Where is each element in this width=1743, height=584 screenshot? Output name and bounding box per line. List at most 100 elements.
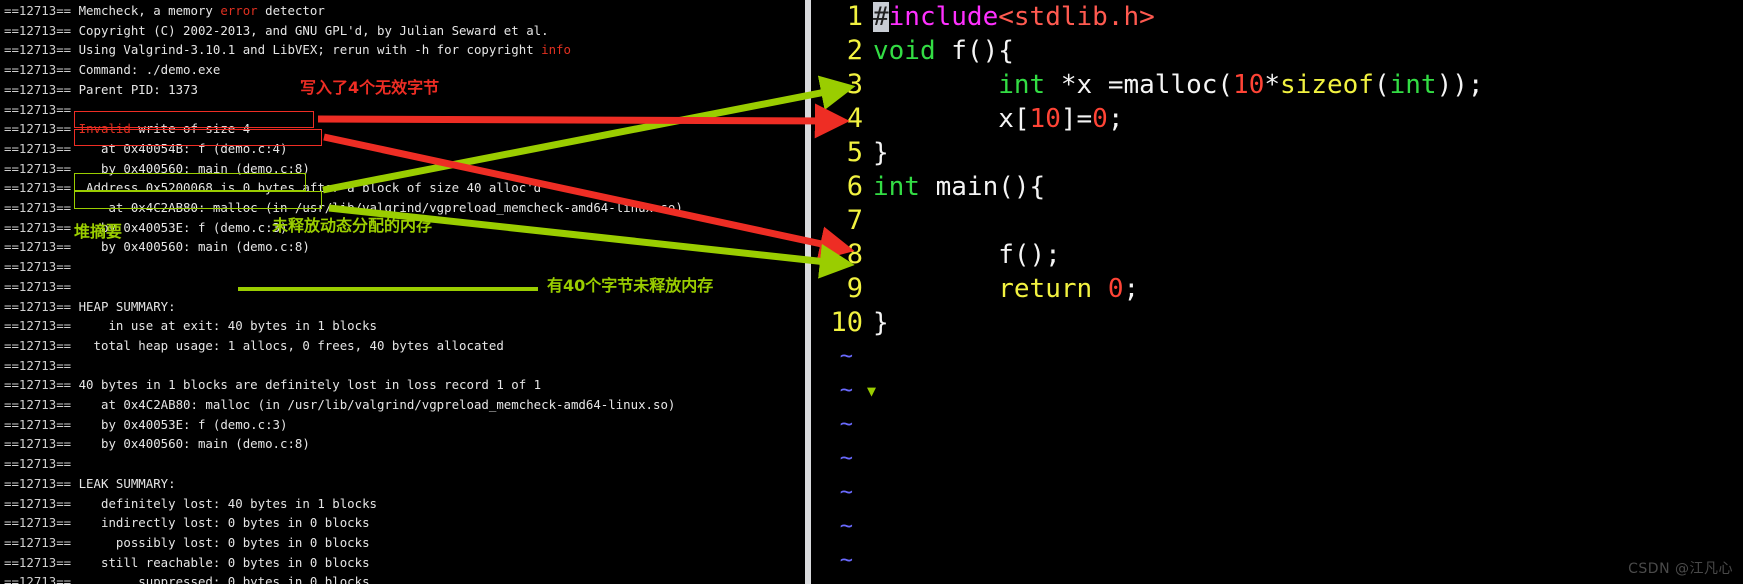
code-line-text: return 0; — [873, 272, 1139, 306]
line-number: 1 — [846, 1, 863, 32]
terminal-line: ==12713== definitely lost: 40 bytes in 1… — [4, 494, 377, 514]
terminal-line-prefix: ==12713== — [4, 200, 72, 215]
terminal-line-prefix: ==12713== — [4, 140, 72, 156]
terminal-line-text: by 0x400560: main (demo.c:8) — [71, 160, 310, 176]
code-token-plain: ; — [1123, 274, 1140, 304]
code-line[interactable]: 10} — [811, 306, 1743, 340]
line-number: 2 — [846, 35, 863, 66]
code-line[interactable]: 5} — [811, 136, 1743, 170]
code-line[interactable]: 9 return 0; — [811, 272, 1743, 306]
code-line[interactable]: 1 #include<stdlib.h> — [811, 0, 1743, 34]
tilde-icon: ~ — [839, 514, 853, 539]
terminal-line-text: Address 0x5200068 is 0 bytes after a blo… — [71, 180, 542, 196]
terminal-pane[interactable]: ==12713== Memcheck, a memory error detec… — [0, 0, 805, 584]
terminal-line-text: Using Valgrind-3.10.1 and LibVEX; rerun … — [71, 42, 542, 58]
code-token-num: 0 — [1107, 274, 1124, 304]
code-line-text: int *x =malloc(10*sizeof(int)); — [873, 68, 1483, 102]
code-line-text: } — [873, 136, 889, 170]
code-token-plain: f(); — [873, 240, 1061, 270]
tilde-icon: ~ — [839, 446, 853, 471]
terminal-line-text: write of size 4 — [130, 121, 251, 137]
terminal-line-prefix: ==12713== — [4, 475, 72, 491]
terminal-line-prefix: ==12713== — [4, 495, 72, 511]
code-line[interactable]: 7 — [811, 204, 1743, 238]
code-token-pre: include — [888, 2, 999, 32]
terminal-line-text: total heap usage: 1 allocs, 0 frees, 40 … — [71, 337, 504, 353]
terminal-line-text: at 0x4C2AB80: malloc (in /usr/lib/valgri… — [71, 397, 676, 412]
terminal-line-prefix: ==12713== — [4, 436, 72, 452]
code-line-text: void f(){ — [873, 34, 1014, 68]
tilde-icon: ~ — [839, 412, 853, 437]
code-line[interactable]: 4 x[10]=0; — [811, 102, 1743, 136]
code-token-plain: ]= — [1060, 104, 1093, 134]
code-line[interactable]: 8 f(); — [811, 238, 1743, 272]
code-token-num: 0 — [1092, 104, 1108, 134]
empty-line-marker-row: ~ — [811, 442, 1743, 476]
terminal-line: ==12713== Address 0x5200068 is 0 bytes a… — [4, 178, 541, 198]
code-line[interactable]: 2 void f(){ — [811, 34, 1743, 68]
code-line-text: f(); — [873, 238, 1061, 272]
code-token-plain: main(){ — [919, 172, 1046, 202]
terminal-line: ==12713== — [4, 454, 71, 474]
empty-line-marker-row: ~ — [811, 510, 1743, 544]
terminal-line: ==12713== by 0x40053E: f (demo.c:3) — [4, 415, 287, 435]
code-token-type: int — [1389, 70, 1437, 100]
code-token-plain: x[ — [873, 104, 1030, 134]
terminal-line: ==12713== by 0x40053E: f (demo.c:3) — [4, 218, 287, 238]
code-token-plain: ( — [1373, 70, 1390, 100]
terminal-line-text: Command: ./demo.exe — [71, 62, 221, 78]
code-token-num: 10 — [1233, 70, 1265, 100]
terminal-line: ==12713== Memcheck, a memory error detec… — [4, 1, 325, 21]
terminal-line-prefix: ==12713== — [4, 219, 72, 235]
terminal-line-text: suppressed: 0 bytes in 0 blocks — [71, 574, 370, 584]
code-line-text: x[10]=0; — [873, 102, 1123, 136]
line-number: 9 — [846, 273, 863, 304]
terminal-line: ==12713== Copyright (C) 2002-2013, and G… — [4, 21, 549, 41]
terminal-line: ==12713== Invalid write of size 4 — [4, 119, 250, 139]
terminal-line-text: definitely lost: 40 bytes in 1 blocks — [71, 495, 377, 511]
terminal-line-text: by 0x40053E: f (demo.c:3) — [71, 219, 288, 235]
terminal-line: ==12713== LEAK SUMMARY: — [4, 474, 176, 494]
terminal-line-text: at 0x40054B: f (demo.c:4) — [71, 140, 288, 156]
terminal-line: ==12713== indirectly lost: 0 bytes in 0 … — [4, 513, 370, 533]
terminal-line: ==12713== HEAP SUMMARY: — [4, 297, 176, 317]
code-token-hash: # — [873, 2, 889, 32]
terminal-line: ==12713== Command: ./demo.exe — [4, 60, 220, 80]
terminal-line: ==12713== Parent PID: 1373 — [4, 80, 198, 100]
chevron-down-icon[interactable]: ▼ — [867, 374, 876, 408]
terminal-line-prefix: ==12713== — [4, 101, 72, 117]
line-number: 7 — [846, 205, 863, 236]
terminal-line-text: 40 bytes in 1 blocks are definitely lost… — [71, 377, 542, 393]
code-editor-pane[interactable]: 1 #include<stdlib.h> 2 void f(){3 int *x =m… — [811, 0, 1743, 584]
code-token-type: int — [873, 172, 920, 202]
code-token-type: int — [998, 70, 1046, 100]
empty-line-marker-row: ~ — [811, 544, 1743, 578]
code-line[interactable]: 3 int *x =malloc(10*sizeof(int)); — [811, 68, 1743, 102]
terminal-line-prefix: ==12713== — [4, 259, 72, 275]
code-token-kw: sizeof — [1280, 70, 1374, 100]
terminal-line: ==12713== 40 bytes in 1 blocks are defin… — [4, 375, 541, 395]
terminal-line-text: by 0x400560: main (demo.c:8) — [71, 239, 310, 255]
terminal-line: ==12713== — [4, 257, 71, 277]
terminal-highlight-text: error — [220, 3, 258, 18]
code-token-plain: ; — [1107, 104, 1124, 134]
code-token-plain: } — [873, 138, 889, 168]
terminal-line: ==12713== — [4, 100, 71, 120]
terminal-line-prefix: ==12713== — [4, 554, 72, 570]
code-line-text: #include<stdlib.h> — [873, 0, 1155, 34]
terminal-line-prefix: ==12713== — [4, 278, 72, 294]
code-line[interactable]: 6 int main(){ — [811, 170, 1743, 204]
terminal-line-prefix: ==12713== — [4, 337, 72, 353]
line-number: 4 — [846, 103, 863, 134]
terminal-line: ==12713== — [4, 277, 71, 297]
terminal-line: ==12713== possibly lost: 0 bytes in 0 bl… — [4, 533, 370, 553]
code-token-plain: f(){ — [935, 36, 1014, 66]
empty-line-marker-row: ~ — [811, 476, 1743, 510]
terminal-line-prefix: ==12713== — [4, 515, 72, 531]
code-token-num: 10 — [1029, 104, 1061, 134]
terminal-line: ==12713== total heap usage: 1 allocs, 0 … — [4, 336, 504, 356]
terminal-line: ==12713== at 0x40054B: f (demo.c:4) — [4, 139, 287, 159]
